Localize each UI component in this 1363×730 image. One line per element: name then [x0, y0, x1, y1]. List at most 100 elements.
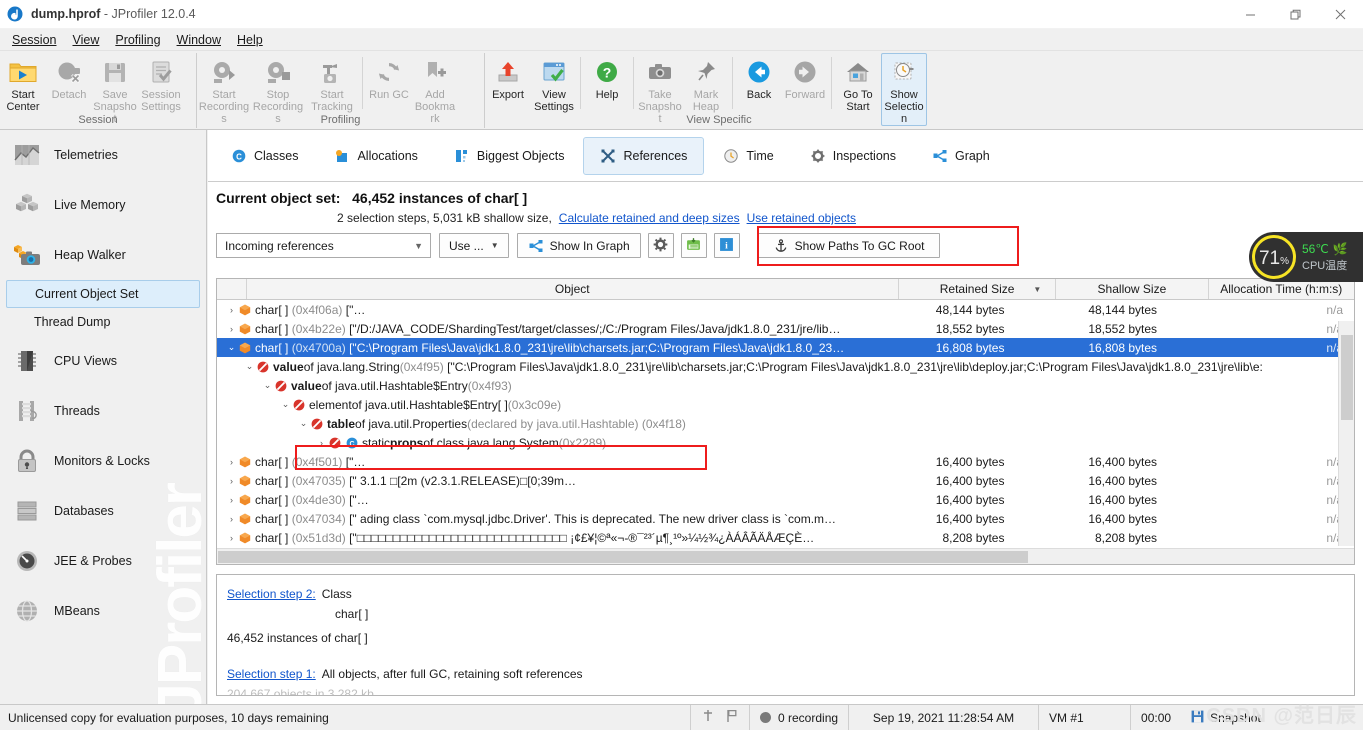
- table-row[interactable]: › char[ ] (0x4b22e) ["/D:/JAVA_CODE/Shar…: [217, 319, 1354, 338]
- sidebar-item-mbeans-label: MBeans: [54, 604, 100, 618]
- sidebar-item-live-memory[interactable]: Live Memory: [0, 180, 206, 230]
- table-row[interactable]: › char[ ] (0x47034) [" ading class `com.…: [217, 509, 1354, 528]
- collapse-toggle-icon[interactable]: ⌄: [225, 342, 238, 353]
- flag-icon[interactable]: [725, 709, 739, 726]
- info-button[interactable]: i: [713, 233, 740, 258]
- start-center-button[interactable]: Start Center: [0, 53, 46, 114]
- back-button[interactable]: Back: [736, 53, 782, 102]
- menu-view[interactable]: View: [64, 31, 107, 49]
- table-row[interactable]: › C static props of class java.lang.Syst…: [217, 433, 1354, 452]
- sidebar-item-mbeans[interactable]: MBeans: [0, 586, 206, 636]
- mark-heap-button[interactable]: Mark Heap: [683, 53, 729, 114]
- tab-allocations[interactable]: Allocations: [317, 137, 434, 175]
- row-tail: [" 3.1.1 □[2m (v2.3.1.RELEASE)□[0;39m…: [349, 473, 576, 488]
- menu-profiling[interactable]: Profiling: [107, 31, 168, 49]
- sidebar-item-monitors-locks[interactable]: Monitors & Locks: [0, 436, 206, 486]
- expand-toggle-icon[interactable]: ›: [225, 476, 238, 486]
- table-row-selected[interactable]: ⌄ char[ ] (0x4700a) ["C:\Program Files\J…: [217, 338, 1354, 357]
- collapse-toggle-icon[interactable]: ⌄: [297, 418, 310, 429]
- selection-step-2-link[interactable]: Selection step 2:: [227, 585, 316, 603]
- expand-toggle-icon[interactable]: ›: [315, 438, 328, 448]
- tab-inspections[interactable]: Inspections: [793, 137, 913, 175]
- table-row[interactable]: ⌄ value of java.util.Hashtable$Entry (0x…: [217, 376, 1354, 395]
- expand-toggle-icon[interactable]: ›: [225, 495, 238, 505]
- table-row[interactable]: › char[ ] (0x51d3d) ["□□□□□□□□□□□□□□□□□□…: [217, 528, 1354, 546]
- selection-step-1-link[interactable]: Selection step 1:: [227, 665, 316, 683]
- recording-label: 0 recording: [778, 710, 839, 725]
- sidebar-item-heap-walker[interactable]: Heap Walker: [0, 230, 206, 280]
- sidebar-item-thread-dump[interactable]: Thread Dump: [6, 308, 200, 336]
- table-vertical-scrollbar[interactable]: [1338, 321, 1354, 546]
- tab-biggest-objects[interactable]: Biggest Objects: [437, 137, 582, 175]
- expand-toggle-icon[interactable]: ›: [225, 533, 238, 543]
- tab-time[interactable]: Time: [706, 137, 790, 175]
- tab-references[interactable]: References: [583, 136, 705, 175]
- collapse-toggle-icon[interactable]: ⌄: [243, 361, 256, 372]
- table-row[interactable]: ⌄ element of java.util.Hashtable$Entry[ …: [217, 395, 1354, 414]
- menu-session[interactable]: Session: [4, 31, 64, 49]
- tab-classes[interactable]: C Classes: [214, 137, 315, 175]
- close-button[interactable]: [1318, 0, 1363, 29]
- table-row[interactable]: › char[ ] (0x4f06a) ["… 48,144 bytes 48,…: [217, 300, 1354, 319]
- export-button[interactable]: Export: [485, 53, 531, 102]
- column-header-allocation-time[interactable]: Allocation Time (h:m:s): [1209, 279, 1354, 299]
- row-name: char[ ]: [255, 492, 289, 507]
- sidebar-item-current-object-set[interactable]: Current Object Set: [6, 280, 200, 308]
- snapshot-status[interactable]: Snapshot: [1181, 705, 1271, 730]
- table-row[interactable]: › char[ ] (0x4de30) ["… 16,400 bytes 16,…: [217, 490, 1354, 509]
- selection-step-1-text: All objects, after full GC, retaining so…: [321, 667, 583, 681]
- expand-toggle-icon[interactable]: ›: [225, 305, 238, 315]
- calculate-sizes-link[interactable]: Calculate retained and deep sizes: [559, 211, 740, 225]
- view-tabs: C Classes Allocations Biggest Objects Re…: [208, 130, 1363, 182]
- collapse-toggle-icon[interactable]: ⌄: [261, 380, 274, 391]
- column-header-retained-size[interactable]: Retained Size ▼: [899, 279, 1057, 299]
- expand-toggle-icon[interactable]: ›: [225, 514, 238, 524]
- cpu-monitor-widget[interactable]: 71% 56℃ 🌿 CPU温度: [1249, 232, 1363, 282]
- settings-button[interactable]: [647, 233, 674, 258]
- show-paths-to-gc-root-button[interactable]: Show Paths To GC Root: [757, 233, 940, 258]
- sidebar-item-threads[interactable]: Threads: [0, 386, 206, 436]
- save-snapshot-icon: [100, 57, 130, 87]
- table-row[interactable]: › char[ ] (0x4f501) ["… 16,400 bytes 16,…: [217, 452, 1354, 471]
- sidebar-item-thread-dump-label: Thread Dump: [34, 315, 111, 329]
- column-header-shallow-size[interactable]: Shallow Size: [1056, 279, 1209, 299]
- expand-toggle-icon[interactable]: ›: [225, 324, 238, 334]
- ribbon-inner-separator-3: [633, 57, 634, 109]
- run-gc-button[interactable]: Run GC: [366, 53, 412, 102]
- menu-help[interactable]: Help: [229, 31, 271, 49]
- forward-button[interactable]: Forward: [782, 53, 828, 102]
- sidebar-item-jee-probes[interactable]: JEE & Probes: [0, 536, 206, 586]
- export-table-button[interactable]: [680, 233, 707, 258]
- use-retained-objects-link[interactable]: Use retained objects: [747, 211, 856, 225]
- show-in-graph-button[interactable]: Show In Graph: [516, 233, 641, 258]
- minimize-button[interactable]: [1228, 0, 1273, 29]
- current-object-set-value: 46,452 instances of char[ ]: [352, 190, 528, 206]
- menu-window[interactable]: Window: [169, 31, 229, 49]
- table-row[interactable]: › char[ ] (0x47035) [" 3.1.1 □[2m (v2.3.…: [217, 471, 1354, 490]
- maximize-button[interactable]: [1273, 0, 1318, 29]
- sidebar-item-telemetries[interactable]: Telemetries: [0, 130, 206, 180]
- row-name: char[ ]: [255, 302, 289, 317]
- table-horizontal-scrollbar[interactable]: [217, 548, 1354, 564]
- use-button[interactable]: Use ... ▼: [439, 233, 509, 258]
- collapse-toggle-icon[interactable]: ⌄: [279, 399, 292, 410]
- tree-icon[interactable]: [701, 709, 715, 726]
- help-button[interactable]: ? Help: [584, 53, 630, 102]
- sidebar-item-databases[interactable]: Databases: [0, 486, 206, 536]
- detach-button[interactable]: Detach: [46, 53, 92, 102]
- go-to-start-button[interactable]: Go To Start: [835, 53, 881, 114]
- tab-graph[interactable]: Graph: [915, 137, 1007, 175]
- selection-step-2-row: Selection step 2: Class: [227, 585, 1354, 603]
- scroll-thumb-h[interactable]: [218, 551, 1028, 563]
- scroll-thumb[interactable]: [1341, 335, 1353, 420]
- view-settings-button[interactable]: View Settings: [531, 53, 577, 114]
- expand-toggle-icon[interactable]: ›: [225, 457, 238, 467]
- table-row[interactable]: ⌄ value of java.lang.String (0x4f95) ["C…: [217, 357, 1354, 376]
- sidebar-item-cpu-views[interactable]: CPU Views: [0, 336, 206, 386]
- start-tracking-button[interactable]: Start Tracking: [305, 53, 359, 114]
- session-settings-button[interactable]: Session Settings: [138, 53, 184, 114]
- table-row[interactable]: ⌄ table of java.util.Properties (declare…: [217, 414, 1354, 433]
- row-address: (0x2289): [558, 435, 607, 450]
- column-header-object[interactable]: Object: [247, 279, 899, 299]
- reference-direction-combo[interactable]: Incoming references ▼: [216, 233, 431, 258]
